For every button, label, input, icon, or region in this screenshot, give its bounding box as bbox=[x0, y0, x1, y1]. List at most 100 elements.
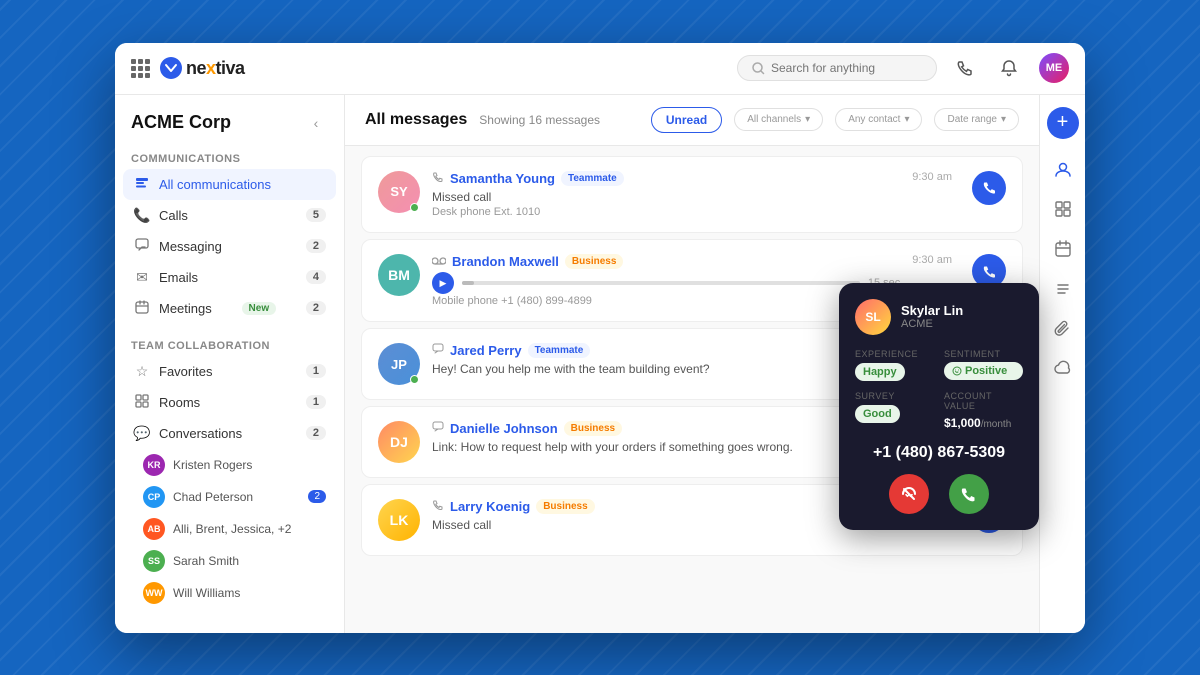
sidebar-item-messaging[interactable]: Messaging 2 bbox=[123, 231, 336, 262]
conversations-badge: 2 bbox=[306, 426, 326, 440]
sidebar-item-rooms[interactable]: Rooms 1 bbox=[123, 387, 336, 418]
emails-badge: 4 bbox=[306, 270, 326, 284]
accept-call-button[interactable] bbox=[949, 474, 989, 514]
messaging-badge: 2 bbox=[306, 239, 326, 253]
sidebar-meetings-label: Meetings bbox=[159, 301, 212, 316]
cloud-icon[interactable] bbox=[1047, 353, 1079, 385]
avatar-initials: LK bbox=[390, 512, 409, 528]
account-amount: $1,000 bbox=[944, 416, 981, 430]
account-suffix: /month bbox=[981, 419, 1012, 430]
sidebar-item-all-communications[interactable]: All communications bbox=[123, 169, 336, 200]
contact-sarah[interactable]: SS Sarah Smith bbox=[133, 545, 336, 577]
call-card-name: Skylar Lin bbox=[901, 303, 963, 318]
contacts-icon[interactable] bbox=[1047, 153, 1079, 185]
msg-name: Brandon Maxwell bbox=[452, 254, 559, 269]
call-card-company: ACME bbox=[901, 318, 963, 330]
phone-icon[interactable] bbox=[951, 54, 979, 82]
experience-value: Happy bbox=[855, 363, 905, 381]
call-type-icon bbox=[432, 171, 444, 186]
progress-bar bbox=[462, 281, 860, 285]
favorites-badge: 1 bbox=[306, 364, 326, 378]
unread-filter-btn[interactable]: Unread bbox=[651, 107, 722, 133]
play-button[interactable]: ▶ bbox=[432, 272, 454, 294]
sidebar-item-favorites[interactable]: ☆ Favorites 1 bbox=[123, 356, 336, 387]
add-button[interactable]: + bbox=[1047, 107, 1079, 139]
attachment-icon[interactable] bbox=[1047, 313, 1079, 345]
contact-alli[interactable]: AB Alli, Brent, Jessica, +2 bbox=[133, 513, 336, 545]
date-filter[interactable]: Date range ▾ bbox=[934, 108, 1019, 131]
team-section: Team collaboration ☆ Favorites 1 Rooms 1… bbox=[115, 332, 344, 617]
decline-call-button[interactable] bbox=[889, 474, 929, 514]
contact-list: KR Kristen Rogers CP Chad Peterson 2 AB … bbox=[123, 449, 336, 609]
communications-section: Communications All communications 📞 Call… bbox=[115, 145, 344, 332]
content-header: All messages Showing 16 messages Unread … bbox=[345, 95, 1039, 146]
search-input[interactable] bbox=[771, 61, 911, 75]
user-avatar-nav[interactable]: ME bbox=[1039, 53, 1069, 83]
search-bar[interactable] bbox=[737, 55, 937, 81]
team-label: Team collaboration bbox=[123, 332, 336, 356]
progress-fill bbox=[462, 281, 474, 285]
message-card-samantha[interactable]: SY Samantha Young Teammate Missed call D bbox=[361, 156, 1023, 234]
contact-chad[interactable]: CP Chad Peterson 2 bbox=[133, 481, 336, 513]
avatar-initials: DJ bbox=[390, 434, 408, 450]
msg-tag: Business bbox=[565, 254, 623, 269]
msg-avatar-brandon: BM bbox=[378, 254, 420, 296]
board-icon[interactable] bbox=[1047, 193, 1079, 225]
msg-tag: Teammate bbox=[561, 171, 624, 186]
conversations-icon: 💬 bbox=[133, 425, 151, 442]
sentiment-stat: SENTIMENT Positive bbox=[944, 349, 1023, 381]
company-name: ACME Corp bbox=[131, 112, 231, 133]
contact-avatar: CP bbox=[143, 486, 165, 508]
contact-will[interactable]: WW Will Williams bbox=[133, 577, 336, 609]
call-phone-number: +1 (480) 867-5309 bbox=[855, 444, 1023, 462]
survey-value: Good bbox=[855, 405, 900, 423]
sentiment-label: SENTIMENT bbox=[944, 349, 1023, 359]
avatar-initials: BM bbox=[388, 267, 410, 283]
sidebar-messaging-label: Messaging bbox=[159, 239, 222, 254]
sidebar-item-conversations[interactable]: 💬 Conversations 2 bbox=[123, 418, 336, 449]
survey-stat: SURVEY Good bbox=[855, 391, 934, 432]
msg-header: Brandon Maxwell Business bbox=[432, 254, 900, 269]
collapse-btn[interactable]: ‹ bbox=[304, 111, 328, 135]
sidebar-rooms-label: Rooms bbox=[159, 395, 200, 410]
meetings-icon bbox=[133, 300, 151, 317]
contacts-filter[interactable]: Any contact ▾ bbox=[835, 108, 922, 131]
channels-filter[interactable]: All channels ▾ bbox=[734, 108, 823, 131]
account-value-stat: ACCOUNT VALUE $1,000/month bbox=[944, 391, 1023, 432]
message-count: Showing 16 messages bbox=[479, 113, 600, 127]
msg-subtext: Desk phone Ext. 1010 bbox=[432, 206, 900, 218]
contact-name: Will Williams bbox=[173, 586, 240, 600]
contact-avatar: SS bbox=[143, 550, 165, 572]
contact-name: Sarah Smith bbox=[173, 554, 239, 568]
call-card-avatar: SL bbox=[855, 299, 891, 335]
bell-icon[interactable] bbox=[995, 54, 1023, 82]
call-button[interactable] bbox=[972, 171, 1006, 205]
meetings-new-badge: New bbox=[242, 302, 277, 315]
contact-kristen[interactable]: KR Kristen Rogers bbox=[133, 449, 336, 481]
account-label: ACCOUNT VALUE bbox=[944, 391, 1023, 411]
msg-body-larry: Larry Koenig Business Missed call bbox=[432, 499, 900, 534]
grid-menu-icon[interactable] bbox=[131, 59, 150, 78]
msg-header: Larry Koenig Business bbox=[432, 499, 900, 514]
msg-avatar-samantha: SY bbox=[378, 171, 420, 213]
call-card-info: Skylar Lin ACME bbox=[901, 303, 963, 330]
msg-text: Missed call bbox=[432, 189, 900, 206]
list-icon[interactable] bbox=[1047, 273, 1079, 305]
date-chevron-icon: ▾ bbox=[1001, 114, 1006, 125]
call-action bbox=[972, 171, 1006, 205]
channels-chevron-icon: ▾ bbox=[805, 114, 810, 125]
sidebar-item-calls[interactable]: 📞 Calls 5 bbox=[123, 200, 336, 231]
search-icon bbox=[752, 62, 765, 75]
calendar-icon[interactable] bbox=[1047, 233, 1079, 265]
sidebar-item-emails[interactable]: ✉ Emails 4 bbox=[123, 262, 336, 293]
sidebar-header: ACME Corp ‹ bbox=[115, 95, 344, 145]
sentiment-value: Positive bbox=[944, 362, 1023, 380]
incoming-call-card: SL Skylar Lin ACME EXPERIENCE Happy SENT… bbox=[839, 283, 1039, 530]
call-card-header: SL Skylar Lin ACME bbox=[855, 299, 1023, 335]
sidebar-item-meetings[interactable]: Meetings New 2 bbox=[123, 293, 336, 324]
meetings-badge: 2 bbox=[306, 301, 326, 315]
msg-name: Larry Koenig bbox=[450, 499, 530, 514]
sidebar: ACME Corp ‹ Communications All communica… bbox=[115, 95, 345, 633]
account-value: $1,000/month bbox=[944, 416, 1011, 430]
contacts-filter-label: Any contact bbox=[848, 114, 900, 125]
